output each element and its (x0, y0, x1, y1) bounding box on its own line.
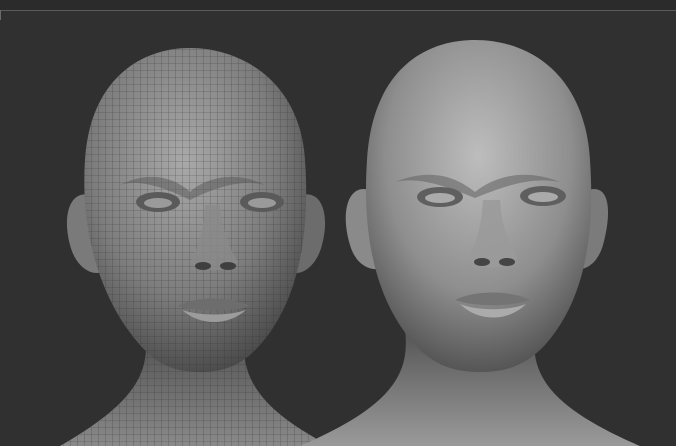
right-head-shape (365, 40, 592, 372)
wireframe-head (60, 48, 330, 446)
sculpt-render (60, 40, 640, 446)
smooth-head (300, 40, 640, 446)
viewport-canvas[interactable] (0, 0, 676, 446)
